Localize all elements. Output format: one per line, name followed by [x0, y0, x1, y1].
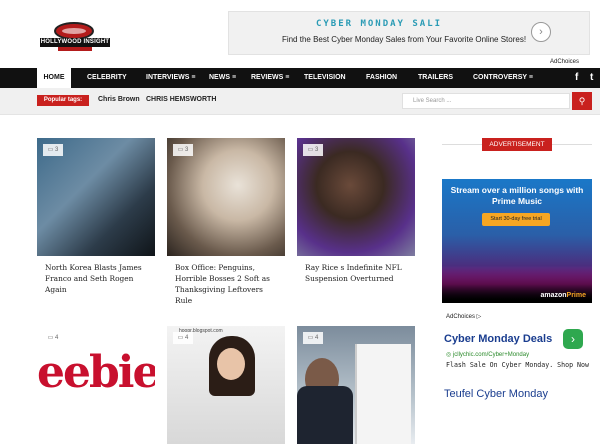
comment-count: ▭ 4 — [173, 332, 193, 344]
comment-count: ▭ 4 — [43, 332, 63, 344]
nav-item-celebrity[interactable]: Celebrity — [87, 68, 127, 88]
post-card[interactable]: ▭ 3 Box Office: Penguins, Horrible Bosse… — [167, 138, 285, 306]
post-title[interactable]: Box Office: Penguins, Horrible Bosses 2 … — [167, 262, 285, 306]
header-ad-headline: CYBER MONDAY SALI — [315, 19, 443, 29]
site-header: HOLLYWOOD INSIGHT CYBER MONDAY SALI Find… — [0, 0, 600, 68]
twitter-icon[interactable]: t — [590, 68, 593, 88]
comment-count: ▭ 4 — [303, 332, 323, 344]
nav-item-reviews[interactable]: Reviews ≡ — [251, 68, 289, 88]
prime-ad-headline: Stream over a million songs with Prime M… — [450, 185, 584, 206]
header-ad-subline: Find the Best Cyber Monday Sales from Yo… — [281, 35, 527, 44]
text-ad-title-2[interactable]: Teufel Cyber Monday — [444, 388, 548, 400]
post-thumbnail[interactable]: eebie ▭ 4 — [37, 326, 155, 444]
post-thumbnail[interactable]: ▭ 3 — [297, 138, 415, 256]
post-card[interactable]: eebie ▭ 4 — [37, 326, 155, 444]
post-card[interactable]: ▭ 4 — [297, 326, 415, 444]
post-thumbnail[interactable]: hoopr.blogspot.com ▭ 4 — [167, 326, 285, 444]
site-logo[interactable]: HOLLYWOOD INSIGHT — [40, 22, 110, 52]
nav-item-television[interactable]: Television — [304, 68, 346, 88]
tags-bar: Popular tags: Chris Brown CHRIS HEMSWORT… — [0, 88, 600, 115]
tag-chris-brown[interactable]: Chris Brown — [98, 96, 140, 103]
nav-item-fashion[interactable]: Fashion — [366, 68, 397, 88]
advertisement-label: ADVERTISEMENT — [482, 138, 552, 151]
amazon-prime-logo: amazonPrime — [540, 292, 586, 299]
post-card[interactable]: ▭ 3 North Korea Blasts James Franco and … — [37, 138, 155, 295]
thumbnail-building — [355, 344, 411, 444]
comment-count: ▭ 3 — [303, 144, 323, 156]
logo-underline — [58, 47, 92, 51]
live-search-input[interactable]: Live Search ... — [402, 93, 570, 109]
comment-count: ▭ 3 — [43, 144, 63, 156]
post-title[interactable]: North Korea Blasts James Franco and Seth… — [37, 262, 155, 295]
search-icon[interactable]: ⚲ — [572, 92, 592, 110]
thumbnail-face — [217, 348, 245, 380]
comment-count: ▭ 3 — [173, 144, 193, 156]
text-ad-url[interactable]: ◎ jcllychic.com/Cyber+Monday — [446, 351, 529, 358]
post-card[interactable]: ▭ 3 Ray Rice s Indefinite NFL Suspension… — [297, 138, 415, 284]
nav-item-interviews[interactable]: Interviews ≡ — [146, 68, 195, 88]
popular-tags-badge: Popular tags: — [37, 95, 89, 106]
adchoices-label[interactable]: AdChoices ▷ — [446, 313, 481, 320]
nav-item-controversy[interactable]: Controversy ≡ — [473, 68, 533, 88]
thumbnail-logo-text: eebie — [37, 347, 155, 398]
adchoices-label[interactable]: AdChoices — [550, 59, 579, 65]
prime-music-ad[interactable]: Stream over a million songs with Prime M… — [442, 179, 592, 303]
nav-item-trailers[interactable]: Trailers — [418, 68, 453, 88]
header-ad-banner[interactable]: CYBER MONDAY SALI Find the Best Cyber Mo… — [228, 11, 590, 65]
nav-item-home[interactable]: Home — [37, 68, 71, 88]
post-title[interactable]: Ray Rice s Indefinite NFL Suspension Ove… — [297, 262, 415, 284]
post-thumbnail[interactable]: ▭ 4 — [297, 326, 415, 444]
facebook-icon[interactable]: f — [575, 68, 578, 88]
post-thumbnail[interactable]: ▭ 3 — [167, 138, 285, 256]
post-thumbnail[interactable]: ▭ 3 — [37, 138, 155, 256]
main-nav: Home Celebrity Interviews ≡ News ≡ Revie… — [0, 68, 600, 88]
thumbnail-suit — [297, 386, 353, 444]
logo-text: HOLLYWOOD INSIGHT — [40, 38, 110, 47]
free-trial-button[interactable]: Start 30-day free trial — [482, 213, 550, 226]
chevron-right-icon[interactable]: › — [563, 329, 583, 349]
text-ad-title[interactable]: Cyber Monday Deals — [444, 333, 552, 345]
tag-chris-hemsworth[interactable]: CHRIS HEMSWORTH — [146, 96, 216, 103]
nav-item-news[interactable]: News ≡ — [209, 68, 236, 88]
text-ad-description: Flash Sale On Cyber Monday. Shop Now — [446, 361, 589, 369]
chevron-right-icon[interactable]: › — [531, 22, 551, 42]
post-card[interactable]: hoopr.blogspot.com ▭ 4 — [167, 326, 285, 444]
